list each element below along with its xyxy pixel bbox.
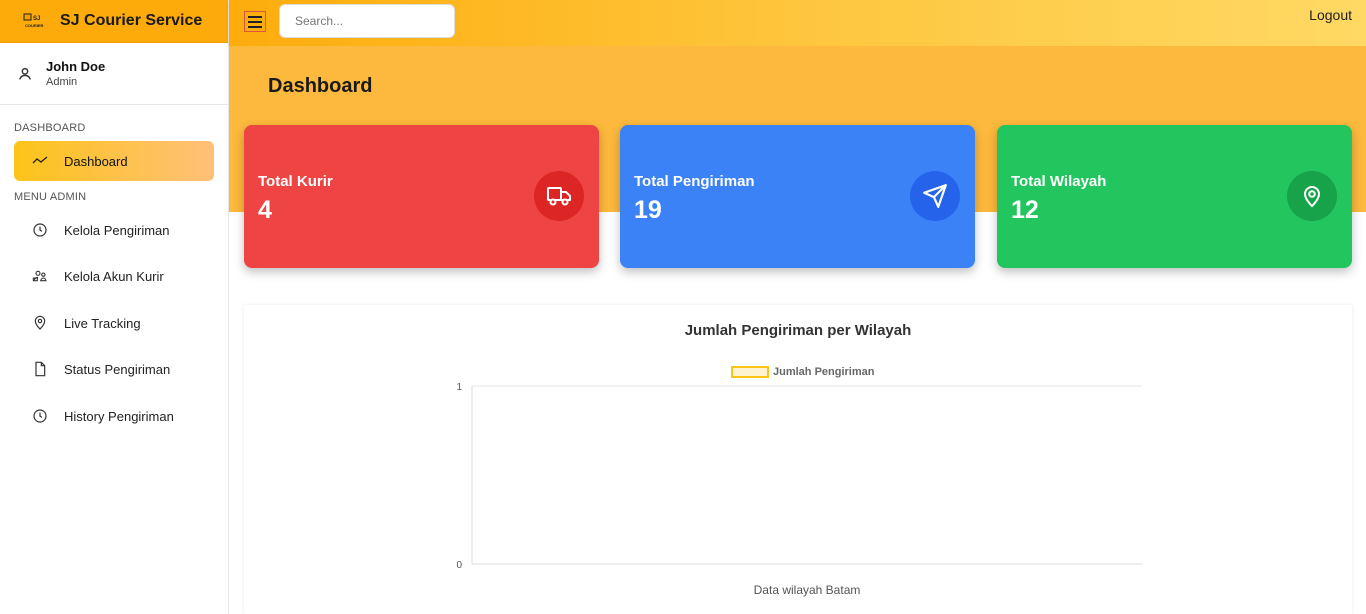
stat-card-total-kurir: Total Kurir 4 (244, 125, 599, 268)
map-pin-icon (1287, 171, 1337, 221)
search-input[interactable] (279, 4, 455, 38)
svg-text:SJ: SJ (33, 16, 40, 22)
hamburger-icon (248, 15, 262, 18)
users-icon (32, 268, 48, 284)
sidebar-item-live-tracking[interactable]: Live Tracking (14, 305, 214, 341)
sidebar-item-kelola-pengiriman[interactable]: Kelola Pengiriman (14, 212, 214, 248)
map-pin-icon (32, 315, 48, 331)
sidebar: SJ COURIER SJ Courier Service John Doe A… (0, 0, 229, 614)
user-role: Admin (46, 76, 78, 88)
brand-logo-image: SJ COURIER (23, 13, 44, 28)
legend-swatch (731, 366, 769, 378)
sidebar-item-label: Kelola Pengiriman (64, 222, 170, 238)
user-icon (16, 65, 34, 83)
sidebar-item-label: Live Tracking (64, 315, 141, 331)
user-profile: John Doe Admin (0, 43, 228, 105)
sidebar-item-status-pengiriman[interactable]: Status Pengiriman (14, 351, 214, 387)
stat-card-value: 4 (258, 196, 272, 224)
truck-icon (534, 171, 584, 221)
sidebar-item-history-pengiriman[interactable]: History Pengiriman (14, 398, 214, 434)
file-icon (32, 361, 48, 377)
trend-icon (32, 153, 48, 169)
x-tick-label: Data wilayah Batam (754, 583, 861, 597)
sidebar-item-label: Dashboard (64, 153, 128, 169)
svg-text:COURIER: COURIER (25, 23, 44, 28)
sidebar-item-label: Kelola Akun Kurir (64, 268, 164, 284)
sidebar-item-dashboard[interactable]: Dashboard (14, 141, 214, 181)
logout-link[interactable]: Logout (1309, 7, 1352, 23)
y-tick-label: 0 (456, 560, 462, 571)
chart-panel: Jumlah Pengiriman per Wilayah Jumlah Pen… (244, 305, 1352, 614)
clock-icon (32, 408, 48, 424)
sidebar-item-label: History Pengiriman (64, 408, 174, 424)
stat-card-value: 12 (1011, 196, 1039, 224)
stat-card-title: Total Wilayah (1011, 173, 1107, 190)
section-label-admin: MENU ADMIN (14, 191, 87, 203)
y-tick-label: 1 (456, 382, 462, 393)
legend-label: Jumlah Pengiriman (773, 366, 875, 378)
sidebar-item-kelola-akun-kurir[interactable]: Kelola Akun Kurir (14, 258, 214, 294)
bar-chart: Jumlah Pengiriman 0 1 Data wilayah Batam (456, 366, 1142, 597)
brand-bar: SJ COURIER SJ Courier Service (0, 0, 228, 43)
stat-card-total-wilayah: Total Wilayah 12 (997, 125, 1352, 268)
stat-card-title: Total Kurir (258, 173, 333, 190)
section-label-dashboard: DASHBOARD (14, 122, 86, 134)
user-name: John Doe (46, 59, 106, 74)
brand-logo: SJ COURIER (22, 11, 46, 31)
stat-card-total-pengiriman: Total Pengiriman 19 (620, 125, 975, 268)
menu-toggle-button[interactable] (244, 11, 266, 32)
topbar: Logout (229, 0, 1366, 46)
stat-card-value: 19 (634, 196, 662, 224)
sidebar-item-label: Status Pengiriman (64, 361, 171, 377)
send-icon (910, 171, 960, 221)
clock-icon (32, 222, 48, 238)
page-title: Dashboard (268, 75, 373, 97)
stat-card-title: Total Pengiriman (634, 173, 755, 190)
brand-title: SJ Courier Service (60, 12, 203, 29)
